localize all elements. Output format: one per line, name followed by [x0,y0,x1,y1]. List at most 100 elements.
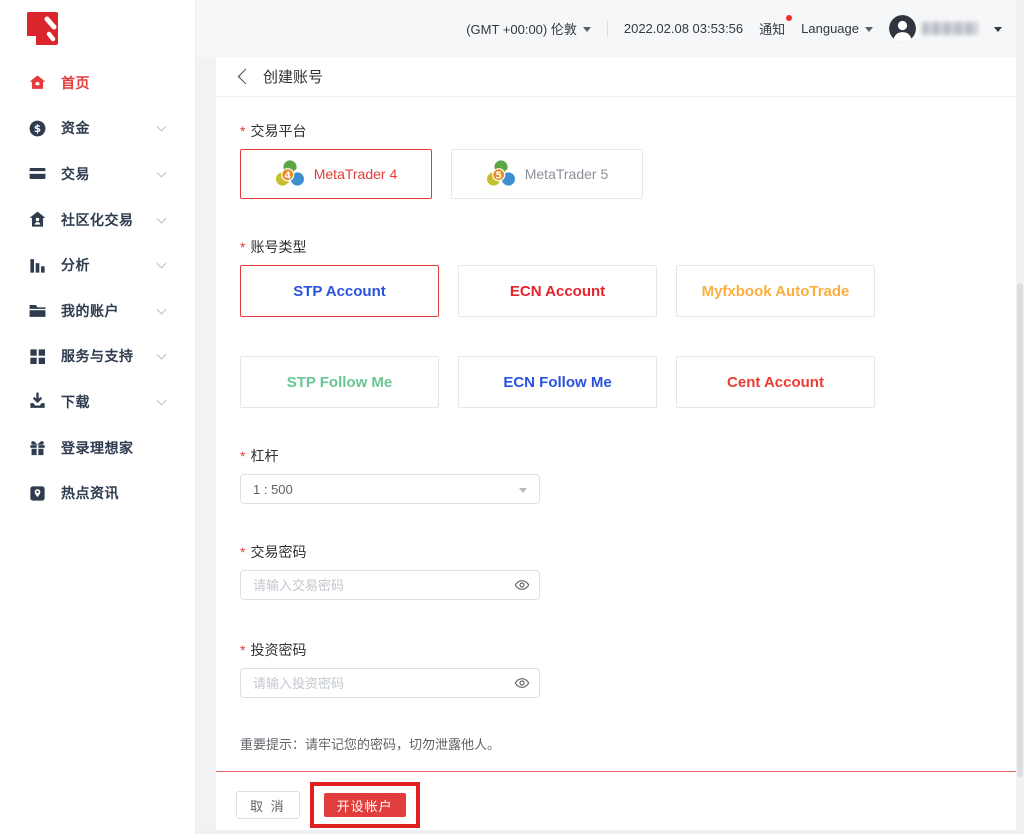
required-asterisk: * [240,239,245,255]
topbar-divider [607,21,608,37]
account-type-label: * 账号类型 [240,237,992,257]
account-type-stp[interactable]: STP Account [240,265,439,317]
avatar [889,15,916,42]
platform-label: * 交易平台 [240,121,992,141]
account-type-myfxbook[interactable]: Myfxbook AutoTrade [676,265,875,317]
sidebar: 首页 $ 资金 交易 社区化交易 [0,0,196,834]
notifications-label: 通知 [759,22,785,37]
sidebar-item-label: 服务与支持 [61,346,134,366]
chevron-down-icon [157,396,167,406]
card-icon [28,164,47,183]
sidebar-item-label: 首页 [61,73,90,93]
language-selector[interactable]: Language [801,21,873,36]
sidebar-item-funds[interactable]: $ 资金 [0,106,195,152]
sidebar-item-label: 我的账户 [61,301,119,321]
platform-option-mt4[interactable]: 4 MetaTrader 4 [240,149,432,199]
bar-chart-icon [28,256,47,275]
required-asterisk: * [240,123,245,139]
eye-icon[interactable] [514,577,530,593]
gift-icon [28,438,47,457]
scrollbar-thumb[interactable] [1017,283,1023,777]
chevron-down-icon [157,304,167,314]
page-header-back[interactable]: 创建账号 [216,57,1016,97]
platform-option-label: MetaTrader 4 [314,166,398,182]
home-icon [28,73,47,92]
chevron-down-icon [157,259,167,269]
timezone-selector[interactable]: (GMT +00:00) 伦敦 [466,19,591,38]
download-icon [28,392,47,411]
caret-down-icon [583,27,591,32]
community-icon [28,210,47,229]
user-menu-caret-icon[interactable] [994,27,1002,32]
create-account-panel: 创建账号 * 交易平台 4 [216,57,1016,830]
page-title: 创建账号 [263,66,323,87]
leverage-value: 1 : 500 [253,482,293,497]
invest-password-wrap [240,668,540,698]
leverage-select[interactable]: 1 : 500 [240,474,540,504]
account-type-cent[interactable]: Cent Account [676,356,875,408]
dollar-icon: $ [28,119,47,138]
trade-password-input[interactable] [240,570,540,600]
brand-logo-icon [27,12,60,47]
user-menu[interactable] [889,15,978,42]
eye-icon[interactable] [514,675,530,691]
required-asterisk: * [240,544,245,560]
user-name-redacted [922,22,978,35]
invest-password-input[interactable] [240,668,540,698]
account-type-ecn-follow[interactable]: ECN Follow Me [458,356,657,408]
bottom-strip [196,830,1024,834]
required-asterisk: * [240,642,245,658]
sidebar-item-label: 登录理想家 [61,438,134,458]
platform-option-label: MetaTrader 5 [525,166,609,182]
sidebar-item-label: 资金 [61,118,90,138]
sidebar-item-community-trade[interactable]: 社区化交易 [0,197,195,243]
platform-option-mt5[interactable]: 5 MetaTrader 5 [451,149,643,199]
topbar: (GMT +00:00) 伦敦 2022.02.08 03:53:56 通知 L… [196,0,1024,57]
sidebar-item-download[interactable]: 下载 [0,379,195,425]
required-asterisk: * [240,448,245,464]
sidebar-nav: 首页 $ 资金 交易 社区化交易 [0,60,195,516]
chevron-down-icon [157,213,167,223]
account-type-stp-follow[interactable]: STP Follow Me [240,356,439,408]
cancel-button[interactable]: 取 消 [236,791,300,819]
open-account-button[interactable]: 开设帐户 [324,793,406,817]
metatrader-logo-icon: 4 [275,159,305,189]
trade-password-label: * 交易密码 [240,542,992,562]
account-type-ecn[interactable]: ECN Account [458,265,657,317]
sidebar-item-label: 下载 [61,392,90,412]
folder-icon [28,301,47,320]
datetime-display: 2022.02.08 03:53:56 [624,21,743,36]
sidebar-item-my-account[interactable]: 我的账户 [0,288,195,334]
sidebar-item-analysis[interactable]: 分析 [0,242,195,288]
click-highlight-annotation: 开设帐户 [310,782,420,828]
sidebar-item-hot-news[interactable]: 热点资讯 [0,470,195,516]
language-label: Language [801,21,859,36]
caret-down-icon [519,488,527,493]
sidebar-item-label: 社区化交易 [61,210,134,230]
timezone-label: (GMT +00:00) 伦敦 [466,19,577,38]
sidebar-item-support[interactable]: 服务与支持 [0,334,195,380]
svg-text:5: 5 [495,170,502,181]
brand-logo[interactable] [27,12,60,47]
sidebar-item-home[interactable]: 首页 [0,60,195,106]
trade-password-wrap [240,570,540,600]
sidebar-item-label: 分析 [61,255,90,275]
footer-red-divider [216,771,1016,772]
sidebar-item-idealhome-login[interactable]: 登录理想家 [0,425,195,471]
caret-down-icon [865,27,873,32]
content-gutter [196,57,216,834]
password-notice-text: 重要提示：请牢记您的密码，切勿泄露他人。 [240,734,992,753]
app-root: 首页 $ 资金 交易 社区化交易 [0,0,1024,834]
metatrader-logo-icon: 5 [486,159,516,189]
news-pin-icon [28,484,47,503]
create-account-form: * 交易平台 4 MetaTrader 4 [216,121,1016,828]
notifications-button[interactable]: 通知 [759,19,785,38]
svg-text:$: $ [34,123,41,135]
platform-options: 4 MetaTrader 4 5 MetaTrader 5 [240,149,992,199]
scrollbar-track[interactable] [1016,0,1024,834]
sidebar-item-trade[interactable]: 交易 [0,151,195,197]
grid-icon [28,347,47,366]
svg-text:4: 4 [284,170,291,181]
notification-badge-dot [786,15,792,21]
invest-password-label: * 投资密码 [240,640,992,660]
